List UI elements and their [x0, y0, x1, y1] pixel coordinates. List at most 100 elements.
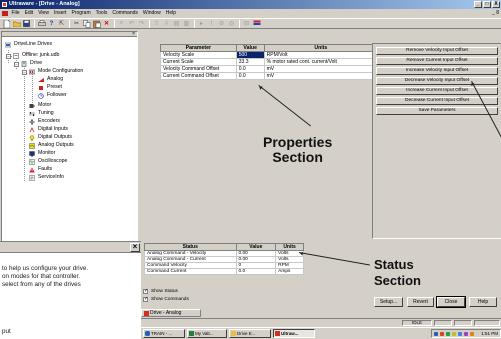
run-icon[interactable]: ▸	[197, 19, 206, 28]
tree-node-faults[interactable]: Faults	[29, 166, 52, 173]
update-icon[interactable]	[446, 332, 450, 336]
drive-icon	[21, 60, 27, 67]
oscilloscope-icon[interactable]: ⊟	[242, 19, 251, 28]
maximize-button[interactable]: □	[483, 1, 491, 8]
antivirus-icon[interactable]	[440, 332, 444, 336]
help-button[interactable]: Help	[469, 297, 497, 307]
menu-tools[interactable]: Tools	[93, 9, 110, 18]
tree-node-oscilloscope[interactable]: Oscilloscope	[29, 158, 67, 165]
tree-node-follower[interactable]: Follower	[38, 92, 67, 99]
show-status-checkbox[interactable]: ✓ Show Status	[143, 289, 178, 294]
setup-wizard-dialog: × to help us configure your drive. on mo…	[0, 241, 141, 339]
step-icon[interactable]: ▥	[182, 19, 191, 28]
table-row[interactable]: Velocity Scale 500 RPM/Volt	[160, 51, 379, 59]
menu-view[interactable]: View	[36, 9, 52, 18]
setup-button[interactable]: Setup...	[374, 297, 403, 307]
monitor-icon[interactable]: ◎	[227, 19, 236, 28]
print-icon[interactable]	[37, 19, 46, 28]
child-restore-button[interactable]: 8	[496, 10, 499, 16]
tree-node-tuning[interactable]: Tuning	[29, 110, 54, 117]
save-parameters-button[interactable]: Save Parameters	[376, 107, 498, 115]
network-icon[interactable]	[434, 332, 438, 336]
status-value: 0.0	[235, 268, 277, 275]
tree-expander[interactable]: −	[22, 70, 27, 75]
taskbar-item-ultraware[interactable]: Ultraw...	[273, 329, 315, 338]
flag-icon[interactable]	[252, 19, 261, 28]
document-menu-icon[interactable]	[2, 11, 8, 16]
menu-program[interactable]: Program	[69, 9, 93, 18]
tree-expander[interactable]: −	[14, 62, 19, 67]
copy-icon[interactable]	[82, 19, 91, 28]
cut-icon[interactable]: ✂	[72, 19, 81, 28]
paste-icon[interactable]	[92, 19, 101, 28]
tree-node-mode-configuration[interactable]: Mode Configuration	[29, 68, 83, 75]
minimize-button[interactable]: _	[474, 1, 482, 8]
tree-node-analog-outputs[interactable]: Analog Outputs	[29, 142, 74, 149]
download-icon[interactable]: ⇩	[162, 19, 171, 28]
annotation-text: Section	[272, 149, 323, 165]
table-row[interactable]: Current Scale 33.3 % motor rated cont. c…	[160, 58, 379, 66]
tree-node-digital-inputs[interactable]: Digital Inputs	[29, 126, 68, 133]
tree-node-encoders[interactable]: Encoders	[29, 118, 60, 125]
param-value[interactable]: 33.3	[235, 58, 265, 66]
param-value[interactable]: 0.0	[235, 65, 265, 73]
child-minimize-button[interactable]: _	[492, 10, 495, 16]
child-window-controls[interactable]: _ 8	[492, 9, 499, 18]
menu-window[interactable]: Window	[140, 9, 163, 18]
close-dialog-button[interactable]: Close	[436, 296, 466, 308]
redo-icon[interactable]: ↷	[137, 19, 146, 28]
decrease-velocity-input-offset-button[interactable]: Decrease Velocity Input Offset	[376, 77, 498, 85]
tree-node-preset[interactable]: Preset	[38, 84, 62, 91]
menu-insert[interactable]: Insert	[51, 9, 69, 18]
tree-node-digital-outputs[interactable]: Digital Outputs	[29, 134, 72, 141]
reset-icon[interactable]: ⊘	[217, 19, 226, 28]
tree-label: DriveLine Drives	[14, 41, 53, 47]
tray-app-icon[interactable]	[464, 332, 468, 336]
taskbar-item-train[interactable]: TRAIN - ...	[143, 329, 185, 338]
menu-commands[interactable]: Commands	[110, 9, 141, 18]
delete-icon[interactable]: ✕	[102, 19, 111, 28]
menu-file[interactable]: File	[9, 9, 22, 18]
show-commands-checkbox[interactable]: ✓ Show Commands	[143, 297, 189, 302]
remove-velocity-input-offset-button[interactable]: Remove Velocity Input Offset	[376, 47, 498, 55]
tray-app-icon[interactable]	[458, 332, 462, 336]
save-icon[interactable]	[22, 19, 31, 28]
taskbar-item-drive-e[interactable]: Drive E...	[229, 329, 271, 338]
tree-node-analog[interactable]: Analog	[38, 76, 63, 83]
taskbar-item-my-vab[interactable]: My Vab...	[187, 329, 227, 338]
tree-node-motor[interactable]: Motor	[29, 102, 51, 109]
tray-app-icon[interactable]	[452, 332, 456, 336]
table-row[interactable]: Velocity Command Offset 0.0 mV	[160, 65, 379, 73]
tree-node-serviceinfo[interactable]: ServiceInfo	[29, 174, 64, 181]
tree-expander[interactable]: −	[6, 54, 11, 59]
increase-velocity-input-offset-button[interactable]: Increase Velocity Input Offset	[376, 67, 498, 75]
upload-icon[interactable]: ⇧	[152, 19, 161, 28]
table-row[interactable]: Current Command Offset 0.0 mV	[160, 72, 379, 80]
revert-button[interactable]: Revert	[407, 297, 434, 307]
document-tab-drive-analog[interactable]: Drive - Analog	[141, 309, 201, 317]
compile-icon[interactable]: ▤	[172, 19, 181, 28]
close-button[interactable]: X	[492, 1, 500, 8]
tree-node-offline-file[interactable]: Offline: junk.udb	[13, 52, 59, 59]
new-icon[interactable]	[2, 19, 11, 28]
dialog-close-icon[interactable]: ×	[130, 243, 140, 252]
menu-help[interactable]: Help	[163, 9, 178, 18]
increase-current-input-offset-button[interactable]: Increase Current Input Offset	[376, 87, 498, 95]
param-value[interactable]: 500	[235, 51, 265, 59]
help-icon[interactable]: ?	[47, 19, 56, 28]
volume-icon[interactable]	[470, 332, 474, 336]
menu-edit[interactable]: Edit	[22, 9, 36, 18]
status-pointer-line	[298, 252, 370, 266]
tree-node-monitor[interactable]: Monitor	[29, 150, 55, 157]
tree-node-driveline-drives[interactable]: DriveLine Drives	[5, 41, 52, 48]
pointer-help-icon[interactable]: ⇱	[57, 19, 66, 28]
open-icon[interactable]	[12, 19, 21, 28]
tree-node-drive[interactable]: Drive	[21, 60, 42, 67]
undo-icon[interactable]: ↶	[127, 19, 136, 28]
stop-icon[interactable]: !	[207, 19, 216, 28]
find-icon[interactable]: ⌕	[117, 19, 126, 28]
tree-close-icon[interactable]: ×	[132, 31, 135, 37]
toolbar: ? ⇱ ✂ ✕ ⌕ ↶ ↷ ⇧ ⇩ ▤ ▥ ▸ ! ⊘ ◎ ⊟	[0, 18, 501, 29]
param-value[interactable]: 0.0	[235, 72, 265, 80]
remove-current-input-offset-button[interactable]: Remove Current Input Offset	[376, 57, 498, 65]
